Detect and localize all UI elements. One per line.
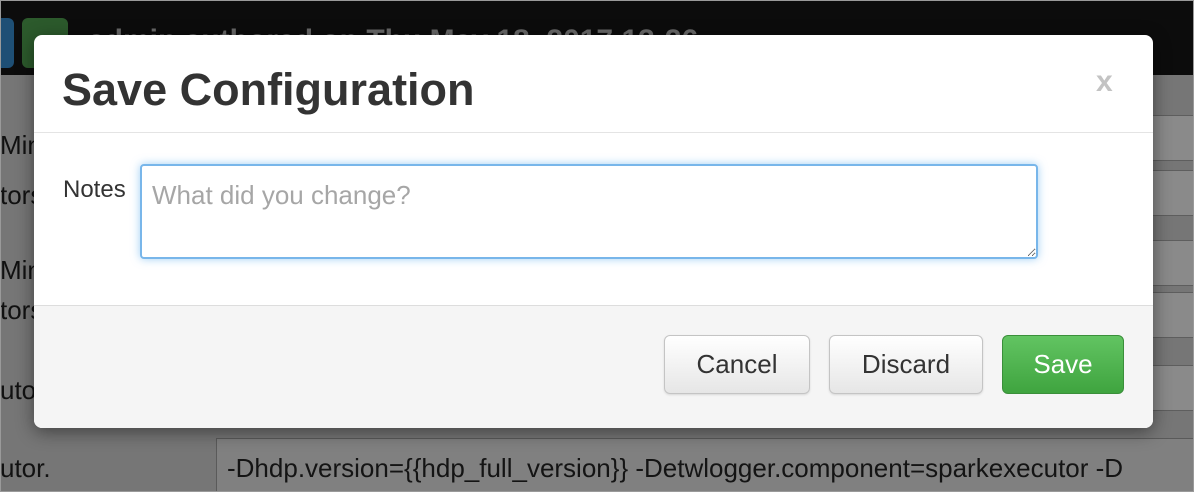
notes-label: Notes	[63, 176, 126, 203]
dialog-body: Notes	[34, 133, 1153, 305]
dialog-header: Save Configuration x	[34, 35, 1153, 133]
dialog-title: Save Configuration	[62, 64, 475, 115]
cancel-button[interactable]: Cancel	[664, 335, 810, 394]
screen: + admin authored on Thu May 18, 2017 13:…	[0, 0, 1194, 492]
background-jvm-options-field: -Dhdp.version={{hdp_full_version}} -Detw…	[216, 438, 1194, 492]
background-label: utor.	[0, 453, 51, 483]
discard-button[interactable]: Discard	[829, 335, 983, 394]
save-configuration-dialog: Save Configuration x Notes Cancel Discar…	[34, 35, 1153, 428]
background-blue-button	[0, 18, 14, 68]
notes-textarea[interactable]	[140, 164, 1038, 259]
dialog-footer: Cancel Discard Save	[34, 305, 1153, 428]
save-button[interactable]: Save	[1002, 335, 1124, 394]
close-icon[interactable]: x	[1096, 65, 1113, 99]
